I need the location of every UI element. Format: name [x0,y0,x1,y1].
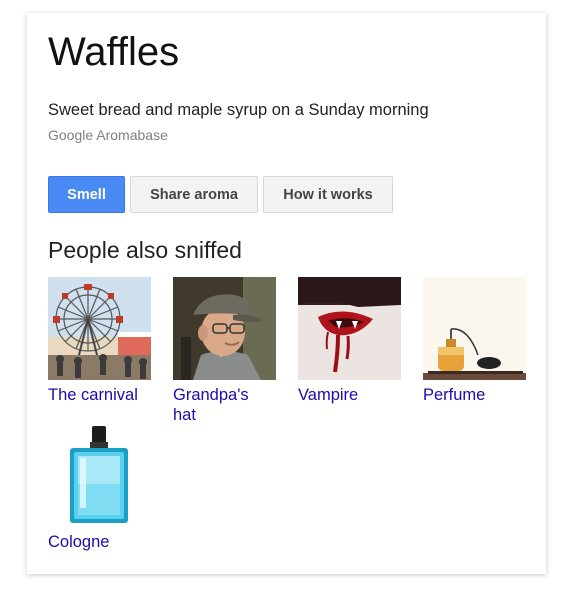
related-item-label[interactable]: Perfume [423,385,526,405]
related-item-cologne[interactable]: Cologne [48,424,151,552]
related-item-label[interactable]: Cologne [48,532,151,552]
related-item-perfume[interactable]: Perfume [423,277,526,405]
knowledge-card: Waffles Sweet bread and maple syrup on a… [27,13,546,574]
related-item-label[interactable]: Vampire [298,385,401,405]
perfume-atomizer-image[interactable] [423,277,526,380]
related-item-label[interactable]: Grandpa's hat [173,385,276,425]
related-item-vampire[interactable]: Vampire [298,277,401,405]
people-also-sniffed-heading: People also sniffed [48,237,242,263]
card-source: Google Aromabase [48,127,168,143]
card-description: Sweet bread and maple syrup on a Sunday … [48,101,429,119]
related-item-grandpas-hat[interactable]: Grandpa's hat [173,277,276,425]
related-item-label[interactable]: The carnival [48,385,151,405]
smell-button[interactable]: Smell [48,176,125,213]
cologne-bottle-image[interactable] [48,424,151,527]
card-title: Waffles [48,30,180,74]
how-it-works-button[interactable]: How it works [263,176,393,213]
man-in-flat-cap-image[interactable] [173,277,276,380]
related-item-carnival[interactable]: The carnival [48,277,151,405]
vampire-mouth-image[interactable] [298,277,401,380]
ferris-wheel-image[interactable] [48,277,151,380]
share-aroma-button[interactable]: Share aroma [130,176,258,213]
